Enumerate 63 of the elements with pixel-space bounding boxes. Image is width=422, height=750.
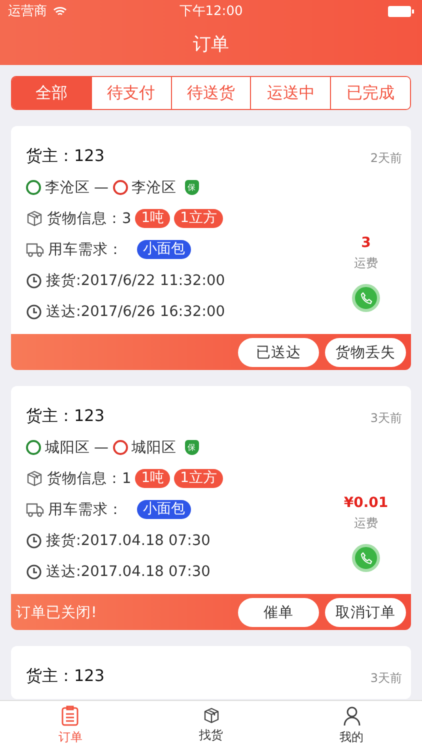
freight-price: 3 [361,235,371,251]
clipboard-icon [61,705,80,726]
goods-info: 货物信息：1 [47,470,132,488]
time-ago: 3天前 [370,410,402,427]
clock-icon [26,272,42,288]
phone-button[interactable] [352,544,380,572]
destination-icon [112,180,128,195]
vehicle-tag: 小面包 [137,500,191,519]
clock-icon [26,304,42,320]
pickup-time: 接货:2017.04.18 07:30 [46,532,210,550]
freight-price: ¥0.01 [344,495,388,511]
origin-icon [26,440,41,455]
phone-icon [360,292,372,304]
vehicle-label: 用车需求： [48,501,123,519]
phone-icon [360,552,372,564]
person-icon [342,706,361,726]
goods-tag: 1立方 [174,209,224,228]
order-status: 订单已关闭! [16,604,97,622]
delivery-time: 送达:2017.04.18 07:30 [46,563,210,581]
status-time: 下午12:00 [179,3,243,20]
time-ago: 2天前 [370,150,402,167]
goods-tag: 1吨 [135,469,170,488]
box-icon [26,210,43,227]
goods-tag: 1立方 [174,469,224,488]
tab-bar-item[interactable]: 找货 [140,701,282,750]
shipper-name: 货主：123 [26,406,105,427]
box-icon [202,707,220,724]
shipper-name: 货主：123 [26,146,105,167]
clock-icon [26,564,42,580]
destination-icon [112,440,128,455]
page-title: 订单 [193,32,229,56]
vehicle-tag: 小面包 [137,240,191,259]
truck-icon [26,502,44,518]
destination-district: 李沧区 [132,179,176,197]
goods-info: 货物信息：3 [47,210,132,228]
tab-bar-item[interactable]: 我的 [281,701,422,750]
freight-label: 运费 [354,515,378,532]
shipper-name: 货主：123 [26,666,105,687]
box-icon [26,470,43,487]
route-dash: — [94,440,108,456]
pickup-time: 接货:2017/6/22 11:32:00 [46,272,225,290]
origin-district: 李沧区 [45,179,90,197]
vehicle-label: 用车需求： [48,241,123,259]
origin-district: 城阳区 [45,439,90,457]
delivery-time: 送达:2017/6/26 16:32:00 [46,303,225,321]
time-ago: 3天前 [370,670,402,687]
wifi-icon [53,6,67,16]
destination-district: 城阳区 [132,439,176,457]
order-action-button[interactable]: 催单 [238,598,319,626]
freight-label: 运费 [354,255,378,272]
clock-icon [26,532,42,548]
order-action-button[interactable]: 已送达 [238,338,319,366]
origin-icon [26,180,41,195]
order-action-button[interactable]: 货物丢失 [325,338,406,366]
insured-badge: 保 [184,440,198,455]
goods-tag: 1吨 [135,209,170,228]
truck-icon [26,242,44,258]
route-dash: — [94,180,108,196]
battery-icon [388,6,414,16]
insured-badge: 保 [184,180,198,195]
order-action-button[interactable]: 取消订单 [325,598,406,626]
phone-button[interactable] [352,284,380,312]
carrier-name: 运营商 [8,3,47,20]
